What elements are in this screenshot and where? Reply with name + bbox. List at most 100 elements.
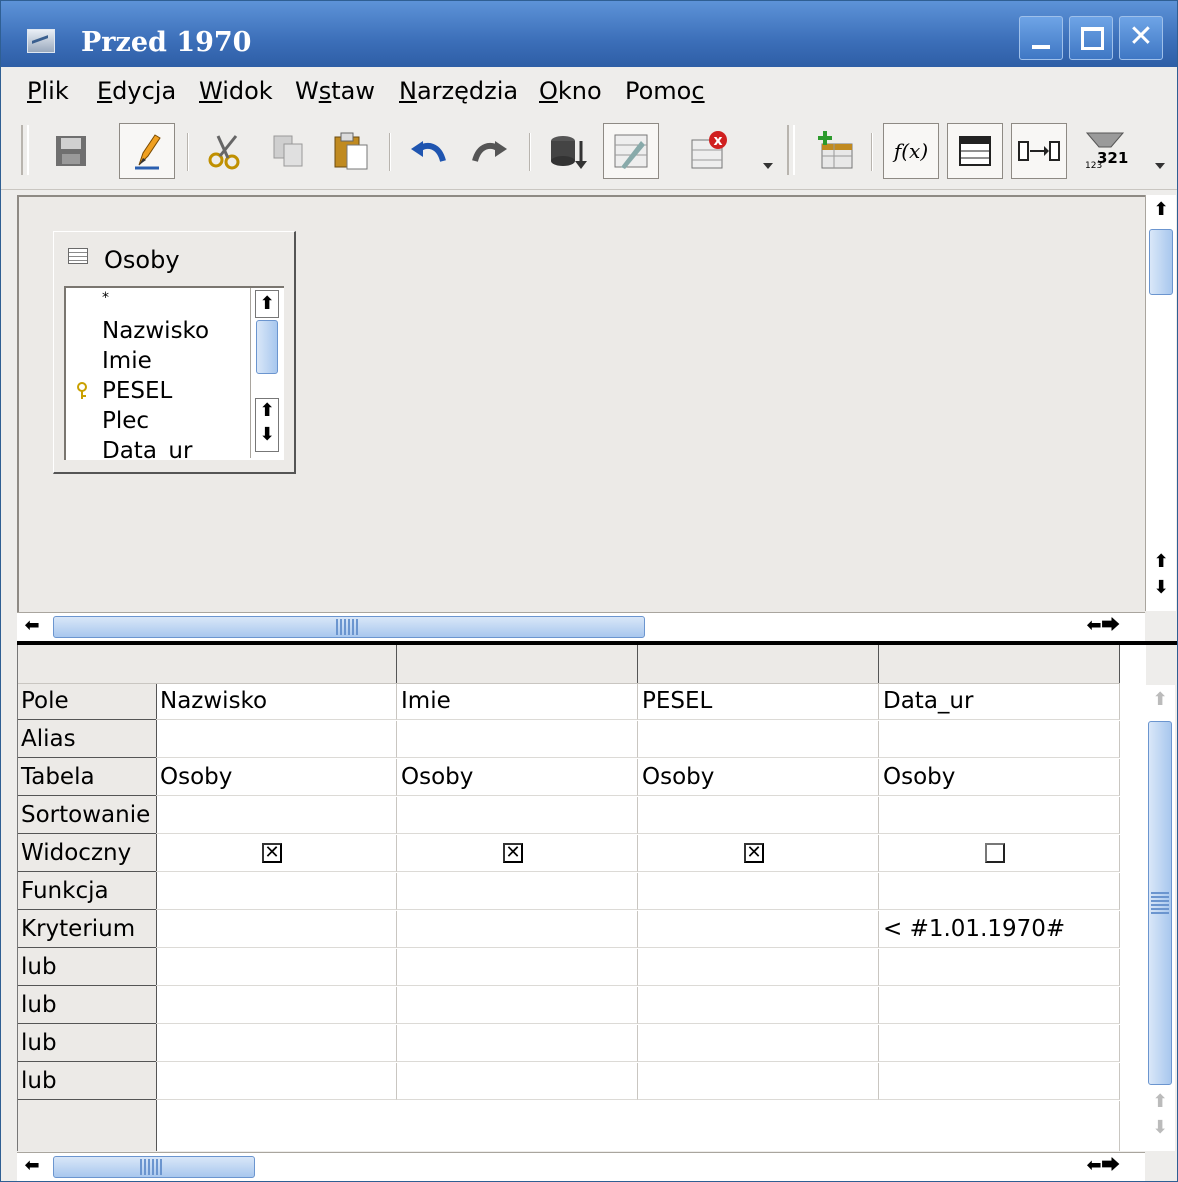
- grid-cell[interactable]: [638, 873, 879, 910]
- paste-icon[interactable]: [323, 123, 379, 179]
- menu-widok[interactable]: Widok: [199, 77, 273, 105]
- toolbar-grip-2[interactable]: [787, 125, 795, 175]
- copy-icon[interactable]: [261, 123, 317, 179]
- grid-cell[interactable]: [879, 987, 1120, 1024]
- grid-cell[interactable]: [879, 1063, 1120, 1100]
- menu-pomoc[interactable]: Pomoc: [625, 77, 705, 105]
- field-list[interactable]: * Nazwisko Imie PESEL Plec Data_ur ⬆ ⬆ ⬇: [64, 286, 284, 460]
- menu-wstaw[interactable]: Wstaw: [295, 77, 375, 105]
- grid-cell[interactable]: [156, 911, 397, 948]
- grid-cell[interactable]: [156, 949, 397, 986]
- grid-cell[interactable]: [638, 1025, 879, 1062]
- column-header[interactable]: [397, 645, 638, 684]
- design-horizontal-scrollbar[interactable]: ⬅ ⬅⮕: [17, 612, 1145, 641]
- scroll-step-icon[interactable]: ⬆ ⬇: [1149, 1089, 1171, 1145]
- scroll-up-icon[interactable]: ⬆: [1150, 197, 1172, 223]
- grid-cell[interactable]: [638, 797, 879, 834]
- grid-cell[interactable]: [879, 835, 1120, 872]
- maximize-button[interactable]: [1069, 16, 1113, 60]
- grid-cell[interactable]: Osoby: [879, 759, 1120, 796]
- grid-cell[interactable]: [156, 1063, 397, 1100]
- scroll-thumb[interactable]: [53, 616, 645, 638]
- close-button[interactable]: ✕: [1119, 16, 1163, 60]
- grid-horizontal-scrollbar[interactable]: ⬅ ⬅⮕: [17, 1152, 1145, 1181]
- design-vertical-scrollbar[interactable]: ⬆ ⬆ ⬇: [1145, 195, 1176, 611]
- grid-cell[interactable]: [638, 911, 879, 948]
- grid-cell[interactable]: [397, 797, 638, 834]
- grid-cell[interactable]: [879, 1025, 1120, 1062]
- grid-cell[interactable]: [879, 797, 1120, 834]
- grid-cell[interactable]: ✕: [638, 835, 879, 872]
- field-item[interactable]: Plec: [102, 408, 149, 434]
- grid-cell[interactable]: [156, 873, 397, 910]
- table-name-icon[interactable]: [947, 123, 1003, 179]
- grid-cell[interactable]: Nazwisko: [156, 683, 397, 720]
- scroll-thumb[interactable]: [256, 320, 278, 374]
- field-item[interactable]: Imie: [102, 348, 152, 374]
- grid-cell[interactable]: [156, 721, 397, 758]
- grid-cell[interactable]: [156, 987, 397, 1024]
- scroll-step-icon[interactable]: ⬆ ⬇: [1150, 549, 1172, 605]
- scroll-left-right-icon[interactable]: ⬅⮕: [1083, 613, 1123, 639]
- scroll-thumb[interactable]: [53, 1156, 255, 1178]
- grid-cell[interactable]: Data_ur: [879, 683, 1120, 720]
- grid-cell[interactable]: Osoby: [156, 759, 397, 796]
- grid-cell[interactable]: [879, 949, 1120, 986]
- grid-cell[interactable]: Imie: [397, 683, 638, 720]
- cut-icon[interactable]: [197, 123, 253, 179]
- grid-cell[interactable]: Osoby: [638, 759, 879, 796]
- grid-cell[interactable]: [879, 721, 1120, 758]
- design-view-icon[interactable]: [603, 123, 659, 179]
- grid-cell[interactable]: [156, 1025, 397, 1062]
- column-header[interactable]: [156, 645, 397, 684]
- field-item[interactable]: Nazwisko: [102, 318, 209, 344]
- grid-cell[interactable]: [638, 949, 879, 986]
- grid-cell[interactable]: < #1.01.1970#: [879, 911, 1120, 948]
- save-icon[interactable]: [43, 123, 99, 179]
- redo-icon[interactable]: [461, 123, 517, 179]
- alias-icon[interactable]: [1011, 123, 1067, 179]
- grid-cell[interactable]: [879, 873, 1120, 910]
- app-icon[interactable]: [27, 29, 55, 53]
- grid-cell[interactable]: [397, 721, 638, 758]
- minimize-button[interactable]: [1019, 16, 1063, 60]
- grid-cell[interactable]: [397, 987, 638, 1024]
- clear-query-icon[interactable]: x: [681, 123, 737, 179]
- menu-plik[interactable]: Plik: [27, 77, 69, 105]
- visible-checkbox[interactable]: [985, 843, 1005, 863]
- grid-cell[interactable]: [397, 911, 638, 948]
- toolbar-grip[interactable]: [21, 125, 29, 175]
- visible-checkbox[interactable]: ✕: [262, 843, 282, 863]
- field-list-scrollbar[interactable]: ⬆ ⬆ ⬇: [250, 288, 283, 458]
- grid-cell[interactable]: [638, 721, 879, 758]
- scroll-left-icon[interactable]: ⬅: [21, 1153, 43, 1179]
- functions-icon[interactable]: f(x): [883, 123, 939, 179]
- grid-cell[interactable]: [638, 987, 879, 1024]
- distinct-values-icon[interactable]: 321 123: [1077, 123, 1133, 179]
- column-header[interactable]: [638, 645, 879, 684]
- grid-cell[interactable]: ✕: [397, 835, 638, 872]
- grid-cell[interactable]: ✕: [156, 835, 397, 872]
- field-item[interactable]: Data_ur: [102, 438, 192, 460]
- run-query-icon[interactable]: [539, 123, 595, 179]
- scroll-left-right-icon[interactable]: ⬅⮕: [1083, 1153, 1123, 1179]
- scroll-left-icon[interactable]: ⬅: [21, 613, 43, 639]
- edit-pencil-icon[interactable]: [119, 123, 175, 179]
- grid-cell[interactable]: [397, 1063, 638, 1100]
- grid-cell[interactable]: [397, 949, 638, 986]
- table-window-osoby[interactable]: Osoby * Nazwisko Imie PESEL Plec Data_ur…: [53, 231, 296, 474]
- undo-icon[interactable]: [401, 123, 457, 179]
- scroll-step-icon[interactable]: ⬆ ⬇: [255, 398, 279, 452]
- scroll-thumb[interactable]: [1149, 229, 1173, 295]
- visible-checkbox[interactable]: ✕: [744, 843, 764, 863]
- scroll-up-icon[interactable]: ⬆: [255, 290, 279, 318]
- field-item[interactable]: PESEL: [102, 378, 172, 404]
- menu-edycja[interactable]: Edycja: [97, 77, 176, 105]
- menu-okno[interactable]: Okno: [539, 77, 602, 105]
- add-table-icon[interactable]: [807, 123, 863, 179]
- grid-cell[interactable]: [397, 873, 638, 910]
- visible-checkbox[interactable]: ✕: [503, 843, 523, 863]
- field-item[interactable]: *: [102, 290, 109, 306]
- scroll-thumb[interactable]: [1148, 721, 1172, 1085]
- grid-cell[interactable]: Osoby: [397, 759, 638, 796]
